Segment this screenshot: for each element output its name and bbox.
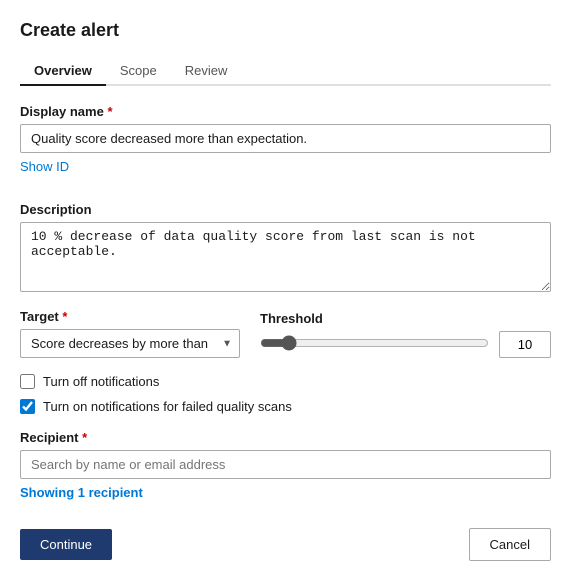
recipient-section: Recipient Showing 1 recipient [20,430,551,500]
tab-bar: Overview Scope Review [20,57,551,86]
continue-button[interactable]: Continue [20,529,112,560]
showing-recipient: Showing 1 recipient [20,485,551,500]
target-group: Target Score decreases by more than Scor… [20,309,240,358]
target-select[interactable]: Score decreases by more than Score incre… [20,329,240,358]
notify-on-checkbox[interactable] [20,399,35,414]
recipient-search-input[interactable] [20,450,551,479]
tab-overview[interactable]: Overview [20,57,106,86]
notifications-section: Turn off notifications Turn on notificat… [20,374,551,414]
target-label: Target [20,309,240,324]
threshold-row [260,331,551,358]
notify-off-checkbox[interactable] [20,374,35,389]
target-select-wrapper: Score decreases by more than Score incre… [20,329,240,358]
tab-review[interactable]: Review [171,57,242,86]
threshold-group: Threshold [260,311,551,358]
tab-scope[interactable]: Scope [106,57,171,86]
notify-on-row[interactable]: Turn on notifications for failed quality… [20,399,551,414]
threshold-label: Threshold [260,311,551,326]
description-input[interactable]: 10 % decrease of data quality score from… [20,222,551,292]
target-threshold-row: Target Score decreases by more than Scor… [20,309,551,358]
description-label: Description [20,202,551,217]
page-title: Create alert [20,20,551,41]
showing-recipient-suffix: recipient [85,485,143,500]
notify-off-label: Turn off notifications [43,374,159,389]
display-name-group: Display name [20,104,551,153]
display-name-label: Display name [20,104,551,119]
showing-recipient-prefix: Showing [20,485,78,500]
notify-off-row[interactable]: Turn off notifications [20,374,551,389]
threshold-slider[interactable] [260,335,489,351]
show-id-link[interactable]: Show ID [20,159,69,174]
showing-recipient-count: 1 [78,485,85,500]
footer-buttons: Continue Cancel [20,528,551,561]
description-group: Description 10 % decrease of data qualit… [20,202,551,295]
recipient-label: Recipient [20,430,551,445]
threshold-value-input[interactable] [499,331,551,358]
notify-on-label: Turn on notifications for failed quality… [43,399,292,414]
cancel-button[interactable]: Cancel [469,528,551,561]
threshold-slider-container [260,335,489,354]
display-name-input[interactable] [20,124,551,153]
